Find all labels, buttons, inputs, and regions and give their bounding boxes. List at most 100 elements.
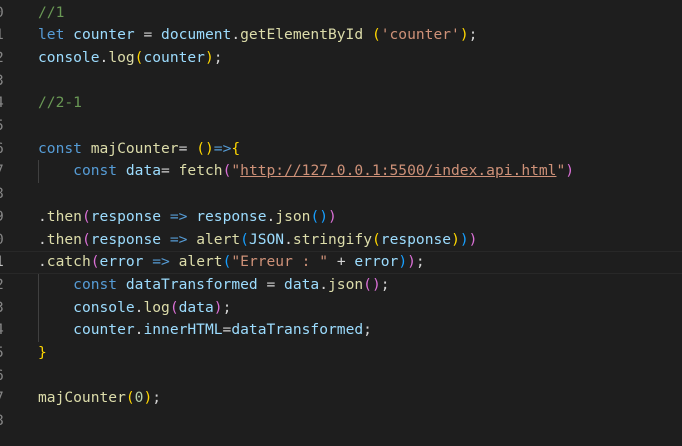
code-text[interactable]: .then(response => alert(JSON.stringify(r… <box>38 229 477 252</box>
code-text[interactable]: .then(response => response.json()) <box>38 206 337 229</box>
code-token: ) <box>468 230 478 248</box>
code-text[interactable]: let counter = document.getElementById ('… <box>38 24 477 47</box>
code-token: => <box>169 230 188 248</box>
code-token: ) <box>459 26 469 44</box>
code-token: data <box>284 275 320 293</box>
code-token: = <box>257 275 285 293</box>
code-token: ( <box>196 139 205 157</box>
code-token: "Erreur : " <box>231 253 329 271</box>
code-token: = <box>161 162 179 180</box>
code-token: document <box>161 26 232 44</box>
code-text[interactable]: .catch(error => alert("Erreur : " + erro… <box>38 252 425 273</box>
code-token: const <box>38 139 82 157</box>
code-token: ; <box>222 298 232 316</box>
code-line[interactable]: 4 counter.innerHTML=dataTransformed; <box>0 319 682 342</box>
line-number: 2 <box>0 47 9 70</box>
code-token: = <box>134 26 162 44</box>
code-line[interactable]: 7 const data= fetch("http://127.0.0.1:55… <box>0 160 682 183</box>
code-token: response <box>90 230 162 248</box>
code-token: = <box>178 139 197 157</box>
code-editor[interactable]: 0 //1 1 let counter = document.getElementBy… <box>0 0 682 446</box>
code-token: ( <box>81 207 91 225</box>
code-token: stringify <box>292 230 372 248</box>
code-line[interactable]: 8 <box>0 183 682 206</box>
code-token: ; <box>380 275 390 293</box>
code-line[interactable]: 0 .then(response => alert(JSON.stringify(… <box>0 229 682 252</box>
code-token: json <box>275 207 311 225</box>
code-text[interactable]: //1 <box>38 2 64 25</box>
code-token: ) <box>565 162 575 180</box>
code-token: let <box>38 26 65 44</box>
code-token: error <box>99 253 144 271</box>
code-line[interactable]: 7 majCounter(0); <box>0 387 682 410</box>
code-line[interactable]: 0 //1 <box>0 2 682 25</box>
code-text[interactable]: console.log(counter); <box>38 47 223 70</box>
code-line[interactable]: 1 let counter = document.getElementById (… <box>0 24 682 47</box>
line-number: 0 <box>0 2 9 25</box>
code-line[interactable]: 6 <box>0 365 682 388</box>
line-number: 4 <box>0 319 9 342</box>
code-token: { <box>231 139 241 157</box>
line-number: 8 <box>0 183 9 206</box>
code-token: data <box>125 162 162 180</box>
code-token: innerHTML <box>143 321 223 339</box>
code-line[interactable]: 2 console.log(counter); <box>0 47 682 70</box>
code-line[interactable]: 6 const majCounter= ()=>{ <box>0 138 682 161</box>
code-token: JSON <box>248 230 285 248</box>
code-token: //2-1 <box>38 94 82 112</box>
code-token: ( <box>169 298 179 316</box>
code-token: ) <box>143 389 153 407</box>
code-text[interactable]: //2-1 <box>38 92 82 115</box>
code-token: . <box>231 26 241 44</box>
code-token: . <box>266 207 276 225</box>
line-number: 1 <box>0 24 9 47</box>
code-token: . <box>38 230 47 248</box>
code-token: ; <box>363 321 372 339</box>
code-token: console <box>73 298 135 316</box>
code-line[interactable]: 3 <box>0 70 682 93</box>
code-line[interactable]: 8 <box>0 410 682 433</box>
code-token: . <box>99 48 109 66</box>
code-line[interactable]: 1.catch(error => alert("Erreur : " + err… <box>0 251 682 274</box>
code-text[interactable]: const majCounter= ()=>{ <box>38 138 240 161</box>
code-text[interactable]: counter.innerHTML=dataTransformed; <box>38 319 372 342</box>
code-token: majCounter <box>38 389 126 407</box>
code-token: alert <box>178 253 223 271</box>
line-number: 4 <box>0 92 9 115</box>
code-token: console <box>38 48 100 66</box>
code-token: . <box>284 230 293 248</box>
line-number: 9 <box>0 206 9 229</box>
line-number: 5 <box>0 342 9 365</box>
code-line[interactable]: 2 const dataTransformed = data.json(); <box>0 274 682 297</box>
line-number: 0 <box>0 229 9 252</box>
code-text[interactable]: const dataTransformed = data.json(); <box>38 274 390 297</box>
code-text[interactable]: majCounter(0); <box>38 387 161 410</box>
code-text[interactable]: const data= fetch("http://127.0.0.1:5500… <box>38 160 574 183</box>
code-line[interactable]: 4 //2-1 <box>0 92 682 115</box>
code-token: ; <box>213 48 223 66</box>
line-number: 5 <box>0 115 9 138</box>
line-number: 7 <box>0 387 9 410</box>
code-text[interactable]: console.log(data); <box>38 297 231 320</box>
line-number: 8 <box>0 410 9 433</box>
code-token: json <box>328 275 364 293</box>
code-line[interactable]: 9.then(response => response.json()) <box>0 206 682 229</box>
code-text[interactable]: } <box>38 342 47 365</box>
line-number: 2 <box>0 274 9 297</box>
code-token: majCounter <box>90 139 179 157</box>
code-token: ( <box>371 26 381 44</box>
code-token: catch <box>46 253 91 271</box>
code-token: " <box>556 162 566 180</box>
code-token: => <box>169 207 188 225</box>
code-token: () <box>310 207 329 225</box>
code-token: } <box>38 344 47 361</box>
code-line[interactable]: 3 console.log(data); <box>0 297 682 320</box>
code-token: dataTransformed <box>125 275 258 293</box>
code-line[interactable]: 5} <box>0 342 682 365</box>
code-line[interactable]: 5 <box>0 115 682 138</box>
line-number: 6 <box>0 365 9 388</box>
